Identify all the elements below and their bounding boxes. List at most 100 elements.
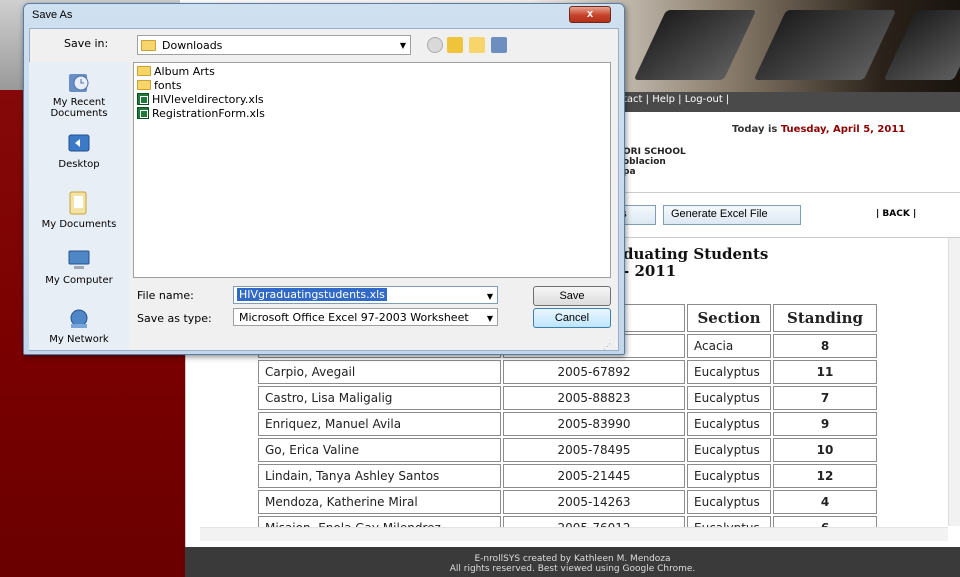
views-menu-icon[interactable] [491,37,507,53]
save-in-dropdown[interactable]: Downloads ▼ [137,35,411,55]
place-my-computer[interactable]: My Computer [29,248,129,286]
place-label: My Documents [41,219,117,230]
cell-name: Enriquez, Manuel Avila [258,412,501,436]
school-city: pa [623,167,636,177]
table-row: Go, Erica Valine 2005-78495 Eucalyptus 1… [258,438,877,462]
header-section: Section [687,304,771,332]
file-name-input[interactable]: HIVgraduatingstudents.xls ▼ [233,286,498,304]
horizontal-scrollbar[interactable] [200,527,948,541]
place-label: My Recent Documents [50,97,108,119]
cancel-button[interactable]: Cancel [533,308,611,328]
table-row: Enriquez, Manuel Avila 2005-83990 Eucaly… [258,412,877,436]
save-as-type-label: Save as type: [137,312,212,325]
place-label: My Computer [45,275,113,286]
cell-name: Lindain, Tanya Ashley Santos [258,464,501,488]
school-info: ORI SCHOOL oblacion pa [623,147,686,177]
cell-section: Eucalyptus [687,386,771,410]
my-network-icon [70,309,88,328]
chevron-down-icon: ▼ [399,41,406,50]
header-standing: Standing [773,304,877,332]
list-title-line1: duating Students [623,245,769,263]
file-name: Album Arts [154,65,215,78]
footer-rights: All rights reserved. Best viewed using G… [449,564,696,574]
today-date: Today is Tuesday, April 5, 2011 [732,124,905,135]
cell-standing: 10 [773,438,877,462]
file-name-value: HIVgraduatingstudents.xls [237,288,387,301]
resize-grip-icon[interactable]: ⋰ [603,342,611,351]
new-folder-icon[interactable] [469,37,485,53]
dialog-nav-icons [427,37,527,53]
back-link[interactable]: | BACK | [876,209,916,219]
save-button[interactable]: Save [533,286,611,306]
up-folder-icon[interactable] [447,37,463,53]
banner-laptop-image [633,10,757,80]
cell-standing: 8 [773,334,877,358]
today-prefix: Today is [732,124,781,135]
table-row: Carpio, Avegail 2005-67892 Eucalyptus 11 [258,360,877,384]
excel-file-icon [137,107,149,119]
table-row: Mendoza, Katherine Miral 2005-14263 Euca… [258,490,877,514]
generate-excel-button[interactable]: Generate Excel File [663,205,801,225]
file-name: fonts [154,79,182,92]
cell-name: Go, Erica Valine [258,438,501,462]
file-name: HIVleveldirectory.xls [152,93,264,106]
file-item-album-arts[interactable]: Album Arts [137,65,215,79]
today-date-value: Tuesday, April 5, 2011 [780,124,906,135]
folder-icon [137,66,151,76]
place-label: My Network [49,334,109,345]
places-bar: My Recent Documents Desktop My Documents… [29,62,129,350]
close-button[interactable]: x [569,6,611,23]
place-recent-documents[interactable]: My Recent Documents [29,70,129,119]
cell-section: Eucalyptus [687,360,771,384]
save-as-type-dropdown[interactable]: Microsoft Office Excel 97-2003 Worksheet… [233,308,498,326]
cell-section: Acacia [687,334,771,358]
file-item-registrationform[interactable]: RegistrationForm.xls [137,107,265,121]
school-address: oblacion [623,157,666,167]
table-row: Castro, Lisa Maligalig 2005-88823 Eucaly… [258,386,877,410]
cell-standing: 12 [773,464,877,488]
cell-section: Eucalyptus [687,490,771,514]
cell-standing: 11 [773,360,877,384]
table-row: Lindain, Tanya Ashley Santos 2005-21445 … [258,464,877,488]
cell-name: Mendoza, Katherine Miral [258,490,501,514]
back-arrow-icon[interactable] [427,37,443,53]
place-my-network[interactable]: My Network [29,307,129,345]
chevron-down-icon: ▼ [486,314,493,323]
folder-icon [141,40,156,51]
vertical-scrollbar[interactable] [948,238,960,526]
desktop-icon [68,134,90,152]
footer-credit: E-nrollSYS created by Kathleen M. Mendoz… [474,554,671,564]
place-my-documents[interactable]: My Documents [29,190,129,230]
folder-icon [137,80,151,90]
footer-text: E-nrollSYS created by Kathleen M. Mendoz… [185,554,960,574]
list-title: duating Students - 2011 [623,246,768,280]
save-as-type-value: Microsoft Office Excel 97-2003 Worksheet [239,311,469,324]
dialog-title: Save As [32,9,73,21]
my-computer-icon [68,250,90,269]
file-item-hivleveldirectory[interactable]: HIVleveldirectory.xls [137,93,264,107]
place-label: Desktop [58,159,100,170]
cell-student-number: 2005-67892 [503,360,685,384]
list-title-line2: - 2011 [623,262,677,280]
cell-student-number: 2005-88823 [503,386,685,410]
cell-student-number: 2005-14263 [503,490,685,514]
cell-student-number: 2005-78495 [503,438,685,462]
cell-student-number: 2005-21445 [503,464,685,488]
my-documents-icon [69,191,87,215]
cell-section: Eucalyptus [687,438,771,462]
chevron-down-icon[interactable]: ▼ [487,292,493,301]
cell-standing: 9 [773,412,877,436]
excel-file-icon [137,93,149,105]
cell-student-number: 2005-83990 [503,412,685,436]
save-in-label: Save in: [64,37,109,50]
file-name: RegistrationForm.xls [152,107,265,120]
banner-laptop-image [883,10,960,80]
file-item-fonts[interactable]: fonts [137,79,182,93]
cell-standing: 4 [773,490,877,514]
place-desktop[interactable]: Desktop [29,132,129,170]
file-list: Album Arts fonts HIVleveldirectory.xls R… [133,62,611,278]
recent-documents-icon [69,74,89,92]
save-in-value: Downloads [162,39,223,52]
nav-links[interactable]: tact | Help | Log-out | [623,94,729,105]
file-name-label: File name: [137,289,194,302]
